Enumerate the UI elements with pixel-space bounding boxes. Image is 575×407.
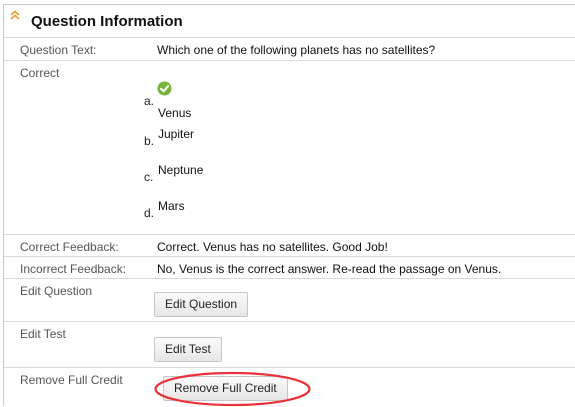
correct-feedback-label: Correct Feedback: xyxy=(20,240,119,254)
answer-letter: d. xyxy=(144,206,155,220)
answer-item: b. Jupiter xyxy=(144,126,224,148)
incorrect-feedback-label: Incorrect Feedback: xyxy=(20,262,127,276)
answer-text: Venus xyxy=(158,106,192,120)
check-circle-icon xyxy=(157,81,172,96)
answer-list: a. Venus b. Jupiter c. Neptune d. Mars xyxy=(144,61,564,234)
answer-letter: a. xyxy=(144,94,155,108)
question-information-panel: Question Information Question Text: Whic… xyxy=(3,4,575,407)
correct-answers-row: Correct a. Venus b. Jupiter c. Neptune d… xyxy=(4,60,575,234)
incorrect-feedback-row: Incorrect Feedback: No, Venus is the cor… xyxy=(4,256,575,278)
remove-full-credit-button[interactable]: Remove Full Credit xyxy=(163,376,288,401)
answer-item: a. Venus xyxy=(144,81,224,121)
correct-feedback-value: Correct. Venus has no satellites. Good J… xyxy=(157,240,388,254)
answer-text: Jupiter xyxy=(158,127,195,141)
correct-feedback-row: Correct Feedback: Correct. Venus has no … xyxy=(4,234,575,256)
edit-question-row: Edit Question Edit Question xyxy=(4,278,575,321)
answer-letter: c. xyxy=(144,170,154,184)
panel-title: Question Information xyxy=(31,13,183,30)
correct-label: Correct xyxy=(20,66,60,80)
remove-full-credit-label: Remove Full Credit xyxy=(20,373,123,387)
question-text-label: Question Text: xyxy=(20,43,97,57)
question-text-row: Question Text: Which one of the followin… xyxy=(4,37,575,60)
answer-item: d. Mars xyxy=(144,198,224,220)
answer-text: Mars xyxy=(158,199,185,213)
answer-text: Neptune xyxy=(158,163,204,177)
question-text-value: Which one of the following planets has n… xyxy=(157,43,436,57)
edit-test-button[interactable]: Edit Test xyxy=(154,337,222,362)
edit-question-label: Edit Question xyxy=(20,284,93,298)
remove-full-credit-row: Remove Full Credit Remove Full Credit xyxy=(4,367,575,407)
double-chevron-up-icon[interactable] xyxy=(10,10,20,20)
edit-test-label: Edit Test xyxy=(20,327,66,341)
panel-header: Question Information xyxy=(4,5,575,37)
answer-item: c. Neptune xyxy=(144,162,224,184)
answer-letter: b. xyxy=(144,134,155,148)
edit-question-button[interactable]: Edit Question xyxy=(154,292,249,317)
incorrect-feedback-value: No, Venus is the correct answer. Re-read… xyxy=(157,262,502,276)
edit-test-row: Edit Test Edit Test xyxy=(4,321,575,367)
